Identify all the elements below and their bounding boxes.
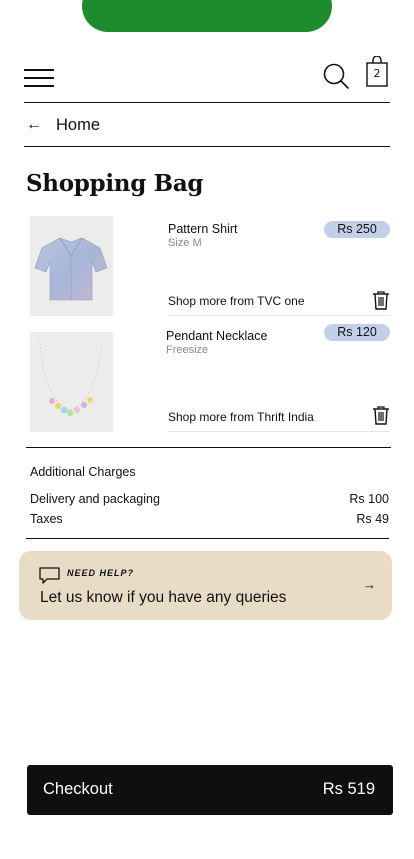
bag-count-badge: 2 [373,67,381,80]
shirt-image[interactable] [30,216,113,316]
price-badge: Rs 250 [324,221,390,238]
additional-charges-title: Additional Charges [30,465,136,479]
shopping-bag-icon[interactable]: 2 [366,56,390,88]
top-banner-pill [82,0,332,32]
charge-value: Rs 49 [356,512,389,526]
help-message: Let us know if you have any queries [40,589,287,606]
breadcrumb[interactable]: ← Home [24,110,100,140]
item-variant: Size M [168,237,202,249]
charge-label: Delivery and packaging [30,492,160,506]
price-badge: Rs 120 [324,324,390,341]
item-name[interactable]: Pattern Shirt [168,222,237,236]
arrow-left-icon[interactable]: ← [26,116,42,134]
shop-more-link[interactable]: Shop more from Thrift India [168,410,314,424]
charge-row: Delivery and packaging Rs 100 [30,492,389,506]
trash-icon[interactable] [372,290,390,310]
app-header: 2 [24,56,390,102]
need-help-label: NEED HELP? [67,568,135,578]
breadcrumb-home-link[interactable]: Home [56,116,100,135]
item-variant: Freesize [166,344,209,356]
shop-more-link[interactable]: Shop more from TVC one [168,294,305,308]
checkout-button[interactable]: Checkout Rs 519 [27,765,393,815]
charge-row: Taxes Rs 49 [30,512,389,526]
hamburger-icon[interactable] [24,66,54,90]
checkout-label: Checkout [43,780,113,798]
page-title: Shopping Bag [26,170,204,197]
need-help-card[interactable]: NEED HELP? Let us know if you have any q… [19,551,392,620]
charge-value: Rs 100 [349,492,389,506]
checkout-total: Rs 519 [322,780,375,798]
item-divider [168,431,390,432]
search-icon[interactable] [322,62,350,90]
necklace-image[interactable] [30,332,113,432]
chat-bubble-icon [39,567,60,585]
item-divider [168,315,390,316]
arrow-right-icon[interactable]: → [363,577,376,592]
items-divider [26,447,391,448]
item-name[interactable]: Pendant Necklace [166,329,267,343]
breadcrumb-divider [24,146,390,147]
charges-divider [26,538,389,539]
header-divider [24,102,390,103]
trash-icon[interactable] [372,405,390,425]
charge-label: Taxes [30,512,63,526]
